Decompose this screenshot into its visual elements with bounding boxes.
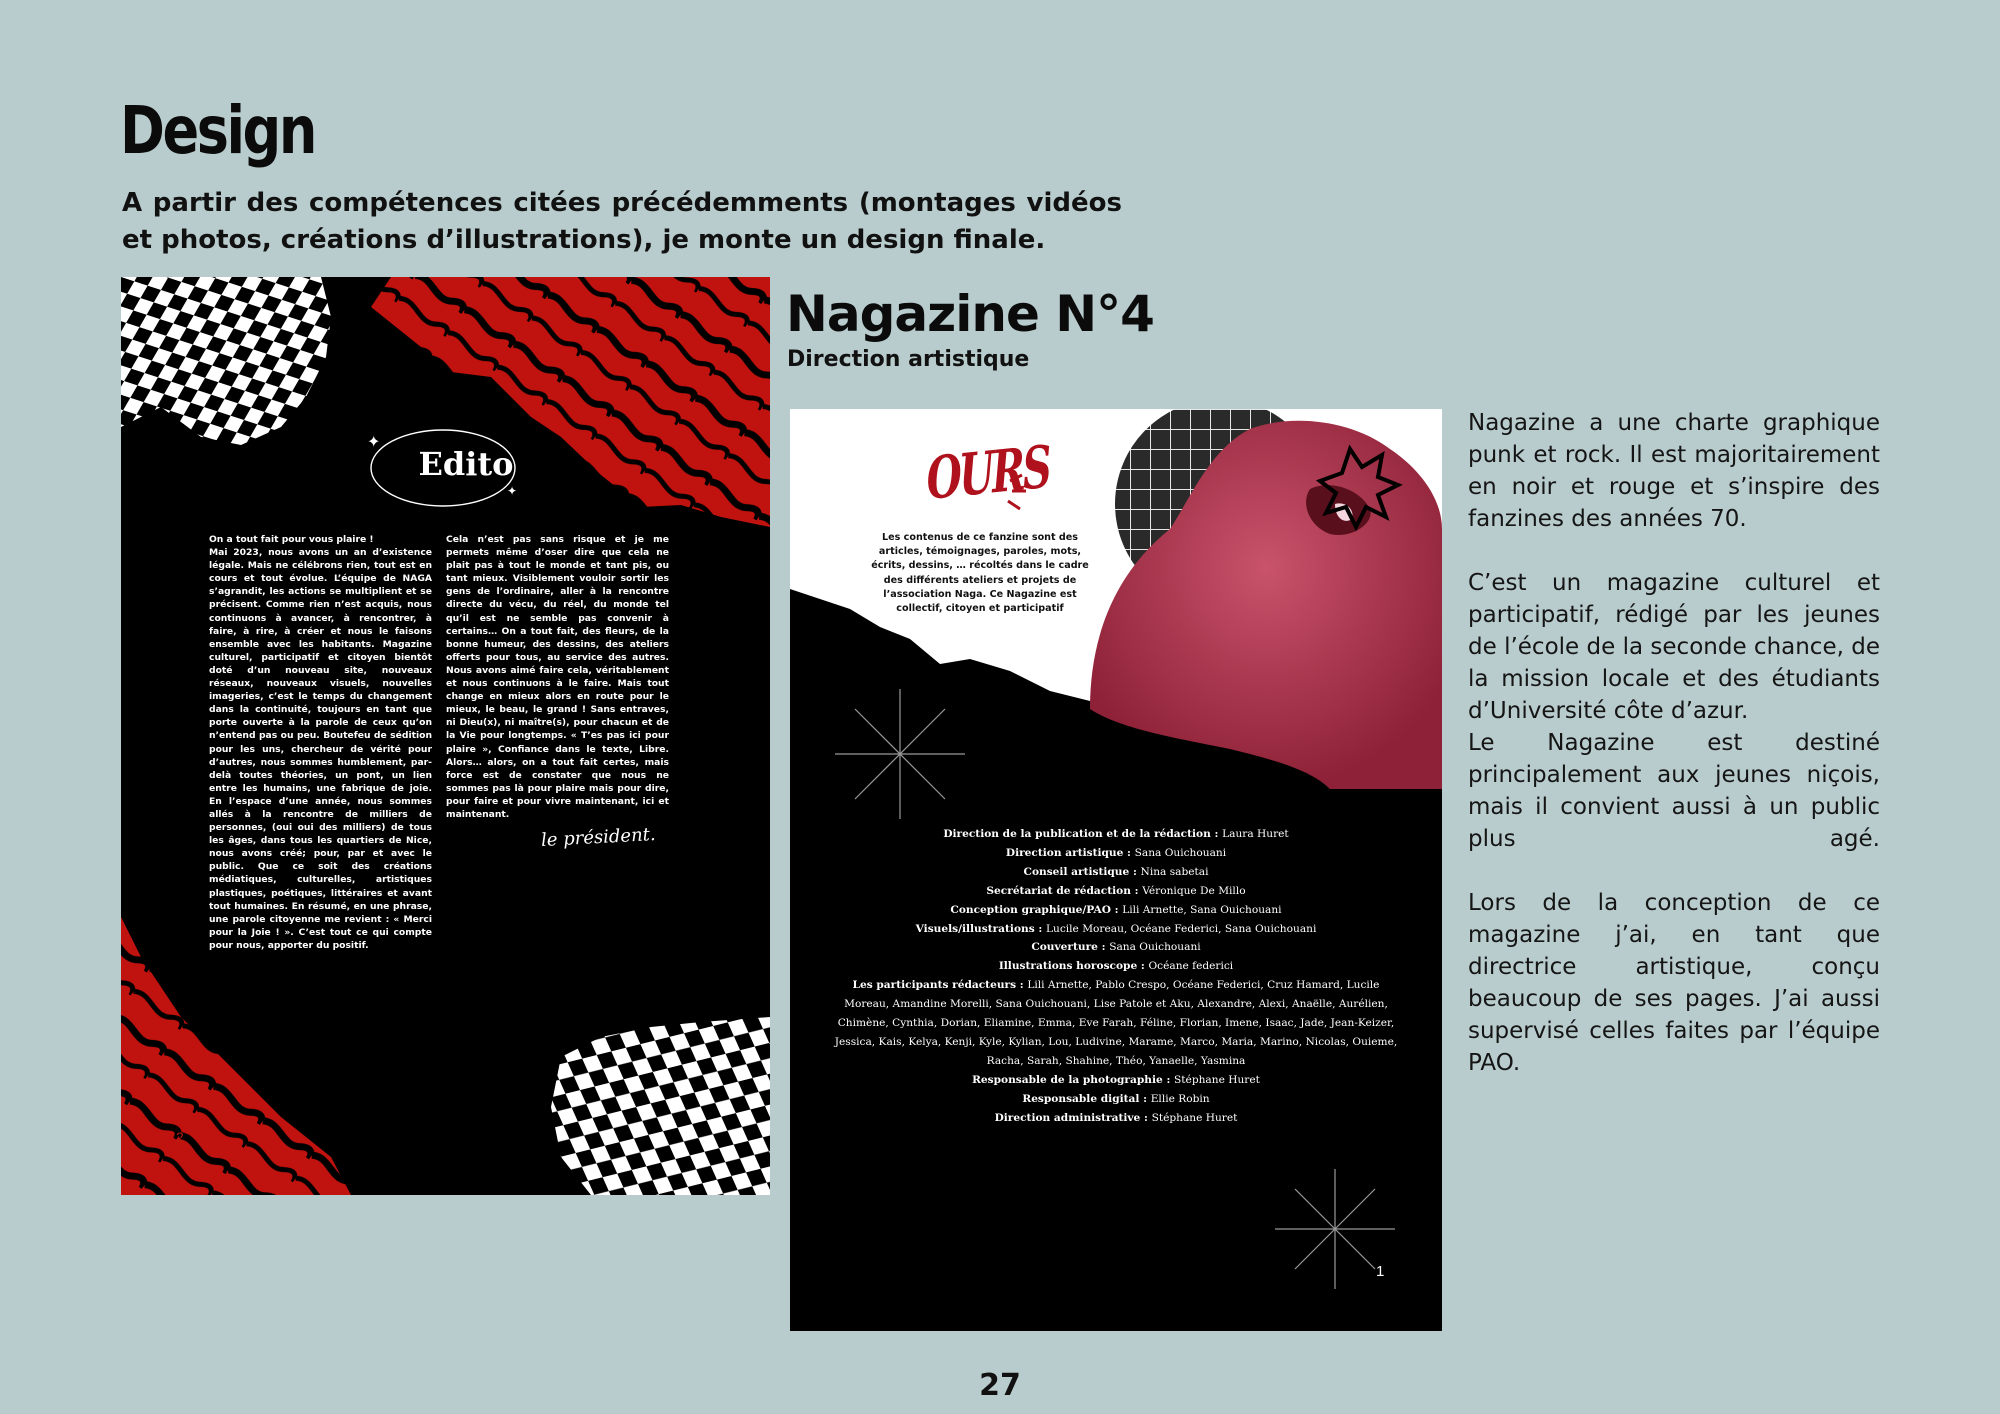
credit-names: Sana Ouichouani <box>1134 846 1227 859</box>
credit-role: Couverture : <box>1031 941 1110 954</box>
credit-role: Responsable de la photographie : <box>972 1073 1175 1086</box>
edito-page-number: 2 <box>176 1129 184 1145</box>
page-number: 27 <box>979 1368 1021 1403</box>
credit-names: Laura Huret <box>1222 828 1289 840</box>
credit-role: Direction de la publication et de la réd… <box>943 828 1223 840</box>
credit-item: Visuels/illustrations : Lucile Moreau, O… <box>830 920 1402 939</box>
credit-item: Direction artistique : Sana Ouichouani <box>830 844 1402 863</box>
ours-intro: Les contenus de ce fanzine sont des arti… <box>871 532 1089 615</box>
credit-names: Lili Arnette, Sana Ouichouani <box>1122 903 1282 916</box>
credit-item: Les participants rédacteurs : Lili Arnet… <box>830 976 1402 1071</box>
credit-names: Véronique De Millo <box>1142 884 1246 897</box>
svg-text:✦: ✦ <box>507 484 517 498</box>
credit-role: Illustrations horoscope : <box>998 960 1149 973</box>
credit-role: Conseil artistique : <box>1023 865 1141 878</box>
credits-list: Direction de la publication et de la réd… <box>830 825 1402 1128</box>
credit-item: Secrétariat de rédaction : Véronique De … <box>830 882 1402 901</box>
description-paragraph-2b: Le Nagazine est destiné principalement a… <box>1468 730 1880 852</box>
description-paragraph-2: C’est un magazine culturel et participat… <box>1468 567 1880 855</box>
credit-role: Direction administrative : <box>994 1111 1152 1124</box>
credit-names: Lili Arnette, Pablo Crespo, Océane Feder… <box>834 979 1398 1067</box>
description-paragraph-1: Nagazine a une charte graphique punk et … <box>1468 410 1880 532</box>
credit-names: Stéphane Huret <box>1151 1111 1238 1124</box>
credit-role: Direction artistique : <box>1005 846 1135 859</box>
credit-item: Direction administrative : Stéphane Hure… <box>830 1109 1402 1128</box>
page-title: Design <box>120 92 317 169</box>
credit-role: Secrétariat de rédaction : <box>986 884 1143 897</box>
credit-names: Océane federici <box>1148 960 1234 973</box>
svg-text:✦: ✦ <box>367 432 380 451</box>
credit-item: Responsable digital : Ellie Robin <box>830 1090 1402 1109</box>
credit-item: Illustrations horoscope : Océane federic… <box>830 957 1402 976</box>
credit-role: Les participants rédacteurs : <box>852 979 1028 992</box>
edito-lead: On a tout fait pour vous plaire ! <box>209 534 374 545</box>
credit-item: Couverture : Sana Ouichouani <box>830 938 1402 957</box>
credit-item: Conseil artistique : Nina sabetai <box>830 863 1402 882</box>
credit-role: Visuels/illustrations : <box>915 922 1046 935</box>
ours-title: OURS <box>925 432 1051 513</box>
edito-column-left: On a tout fait pour vous plaire ! Mai 20… <box>209 533 432 952</box>
credit-item: Direction de la publication et de la réd… <box>830 825 1402 844</box>
credit-role: Responsable digital : <box>1022 1092 1151 1105</box>
edito-body-left: Mai 2023, nous avons un an d’existence l… <box>209 547 432 951</box>
nagazine-subtitle: Direction artistique <box>787 347 1030 372</box>
credit-names: Lucile Moreau, Océane Federici, Sana Oui… <box>1045 922 1317 935</box>
ours-page-number: 1 <box>1376 1263 1385 1280</box>
credit-names: Nina sabetai <box>1140 865 1209 878</box>
credit-item: Conception graphique/PAO : Lili Arnette,… <box>830 901 1402 920</box>
credit-item: Responsable de la photographie : Stéphan… <box>830 1071 1402 1090</box>
credit-names: Ellie Robin <box>1150 1092 1210 1105</box>
edito-title: Edito <box>418 445 514 483</box>
edito-column-right: Cela n’est pas sans risque et je me perm… <box>446 534 669 820</box>
credit-role: Conception graphique/PAO : <box>950 903 1123 916</box>
credit-names: Stéphane Huret <box>1174 1073 1260 1086</box>
ours-page-image: OURS Les contenus de ce fanzine sont des… <box>790 409 1442 1331</box>
description-paragraph-2a: C’est un magazine culturel et participat… <box>1468 570 1880 724</box>
nagazine-title: Nagazine N°4 <box>786 285 1155 343</box>
description-paragraph-3: Lors de la conception de ce magazine j’a… <box>1468 890 1880 1076</box>
edito-page-image: ✦ ✦ Edito On a tout fait pour vous plair… <box>121 277 770 1195</box>
intro-text: A partir des compétences citées précédem… <box>122 188 1122 255</box>
credit-names: Sana Ouichouani <box>1109 941 1201 954</box>
